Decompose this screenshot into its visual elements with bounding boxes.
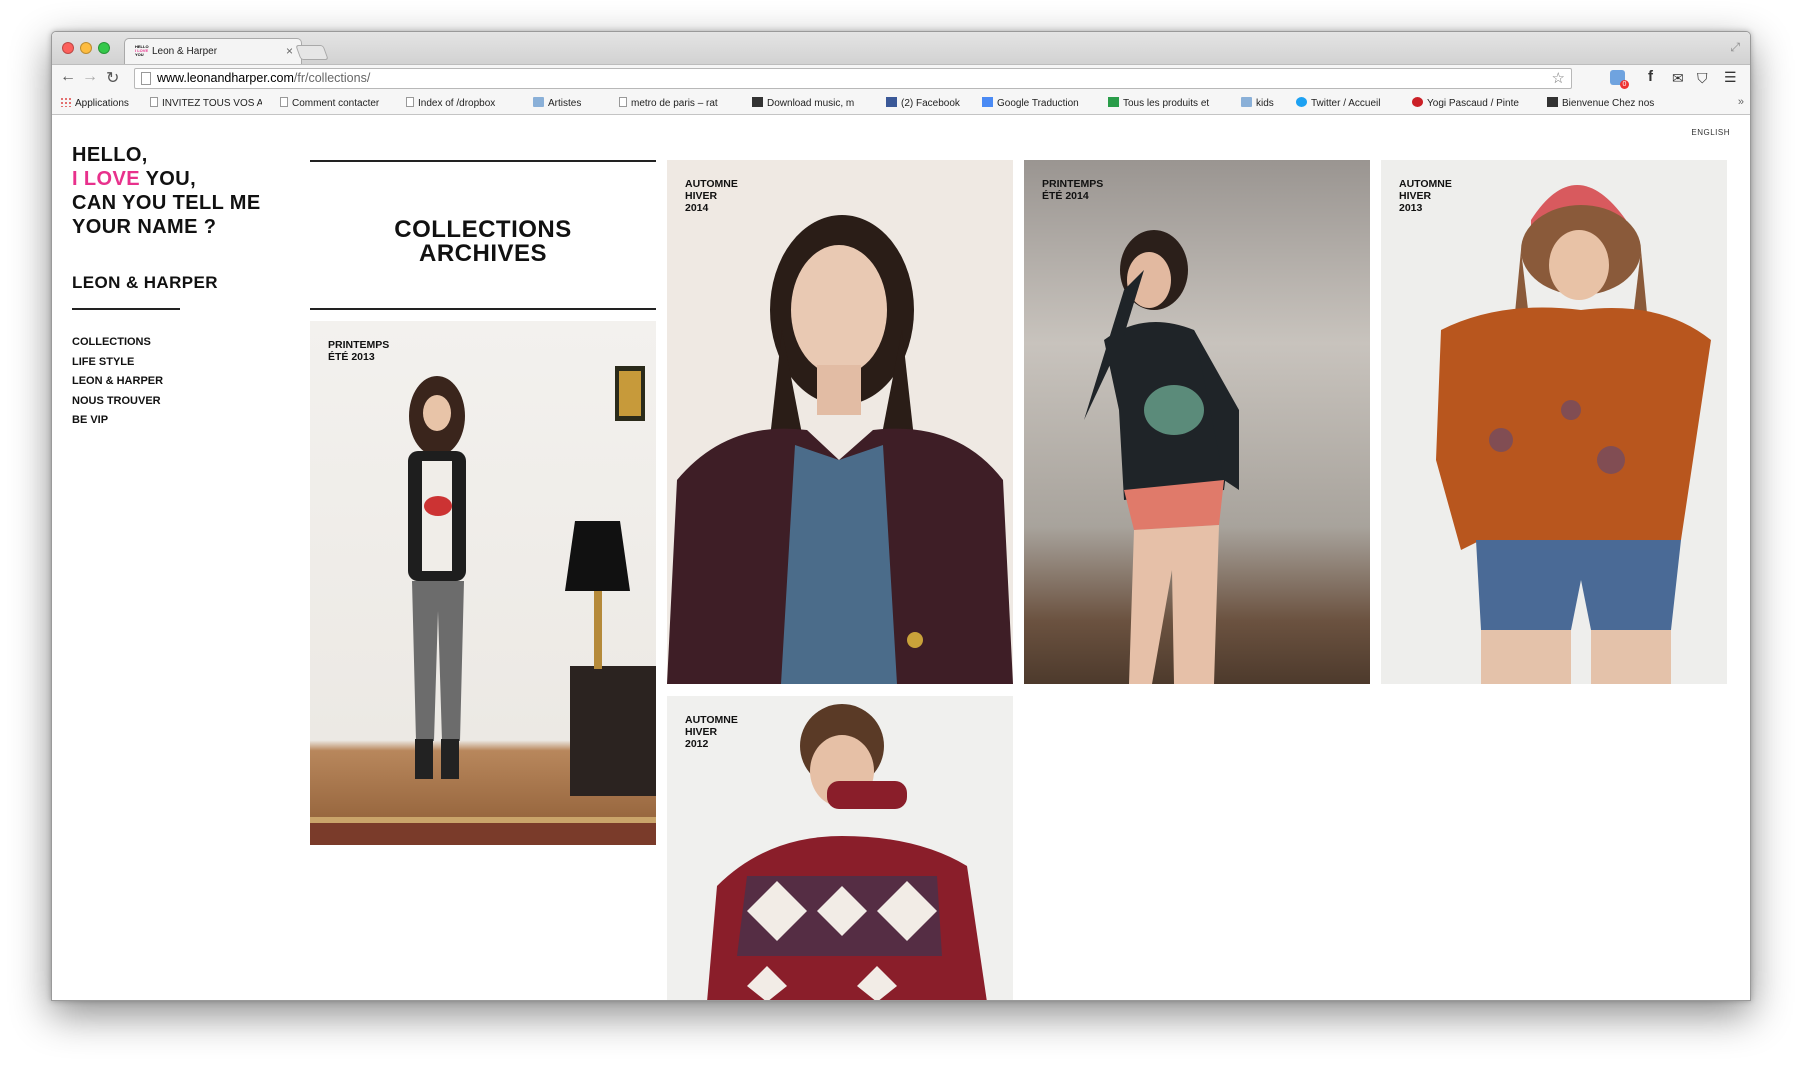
bookmark-item[interactable]: Yogi Pascaud / Pinte <box>1412 97 1532 109</box>
bookmark-item[interactable]: Comment contacter <box>280 97 390 109</box>
bookmark-folder[interactable]: kids <box>1241 97 1286 109</box>
twitter-icon <box>1296 97 1307 107</box>
language-switch-link[interactable]: ENGLISH <box>1691 128 1730 137</box>
collection-label: PRINTEMPS ÉTÉ 2014 <box>1042 178 1104 202</box>
nav-item-be-vip[interactable]: BE VIP <box>72 411 163 431</box>
fullscreen-icon[interactable]: ⤢ <box>1730 40 1740 55</box>
nav-item-leon-harper[interactable]: LEON & HARPER <box>72 372 163 392</box>
bookmarks-bar: Applications INVITEZ TOUS VOS A Comment … <box>52 92 1750 115</box>
nav-item-nous-trouver[interactable]: NOUS TROUVER <box>72 392 163 412</box>
page-icon <box>141 72 151 85</box>
bookmark-item[interactable]: Bienvenue Chez nos <box>1547 97 1667 109</box>
browser-window: HELLO I LOVE YOU Leon & Harper × ⤢ ← → ↻ w… <box>51 31 1751 1001</box>
url-text: www.leonandharper.com/fr/collections/ <box>157 71 371 85</box>
divider <box>72 308 180 310</box>
collection-label: AUTOMNE HIVER 2012 <box>685 714 738 750</box>
bookmark-item[interactable]: Index of /dropbox <box>406 97 516 109</box>
collection-label: AUTOMNE HIVER 2014 <box>685 178 738 214</box>
bookmarks-overflow-icon[interactable]: » <box>1738 96 1744 108</box>
pocket-extension-icon[interactable]: ⛉ <box>1697 70 1708 87</box>
page-icon <box>150 97 158 107</box>
collection-photo <box>310 366 656 845</box>
green-icon <box>1108 97 1119 107</box>
tab-strip: HELLO I LOVE YOU Leon & Harper × ⤢ <box>52 32 1750 64</box>
minimize-window-icon[interactable] <box>80 42 92 54</box>
page-title: COLLECTIONS ARCHIVES <box>394 216 572 267</box>
printer-icon <box>752 97 763 107</box>
collection-photo <box>1084 230 1239 684</box>
tab-close-icon[interactable]: × <box>286 44 293 58</box>
buffer-extension-icon[interactable]: 0 <box>1610 70 1629 89</box>
toolbar: ← → ↻ www.leonandharper.com/fr/collectio… <box>52 64 1750 92</box>
bookmark-item[interactable]: metro de paris – rat <box>619 97 733 109</box>
bookmark-item[interactable]: Download music, m <box>752 97 872 109</box>
collection-photo <box>667 215 1013 684</box>
bookmark-item[interactable]: (2) Facebook <box>886 97 971 109</box>
bookmark-star-icon[interactable]: ☆ <box>1552 69 1565 88</box>
collection-label: AUTOMNE HIVER 2013 <box>1399 178 1452 214</box>
page-icon <box>280 97 288 107</box>
bookmark-item[interactable]: Google Traduction <box>982 97 1097 109</box>
bookmark-item[interactable]: Twitter / Accueil <box>1296 97 1398 109</box>
facebook-extension-icon[interactable]: f <box>1648 68 1653 85</box>
apps-icon <box>60 97 71 107</box>
zoom-window-icon[interactable] <box>98 42 110 54</box>
collection-card-automne-hiver-2014[interactable]: AUTOMNE HIVER 2014 <box>667 160 1013 684</box>
page-icon <box>619 97 627 107</box>
bookmark-folder[interactable]: Artistes <box>533 97 593 109</box>
close-window-icon[interactable] <box>62 42 74 54</box>
favicon-icon: HELLO I LOVE YOU <box>135 44 149 57</box>
pinterest-icon <box>1412 97 1423 107</box>
bookmark-item[interactable]: Tous les produits et <box>1108 97 1226 109</box>
collection-photo <box>1436 185 1711 684</box>
collection-card-automne-hiver-2012[interactable]: AUTOMNE HIVER 2012 <box>667 696 1013 1000</box>
extension-badge: 0 <box>1620 80 1629 89</box>
greeting-highlight: I LOVE <box>72 168 140 190</box>
new-tab-button[interactable] <box>295 45 329 60</box>
page-icon <box>406 97 414 107</box>
bookmark-applications[interactable]: Applications <box>60 97 129 109</box>
brand-name[interactable]: LEON & HARPER <box>72 273 218 293</box>
bookmark-item[interactable]: INVITEZ TOUS VOS A <box>150 97 262 109</box>
greeting-headline: HELLO, I LOVE YOU, CAN YOU TELL ME YOUR … <box>72 144 261 238</box>
mail-extension-icon[interactable]: ✉ <box>1672 70 1684 87</box>
tab-title: Leon & Harper <box>152 46 218 57</box>
folder-icon <box>1241 97 1252 107</box>
tab-active[interactable]: HELLO I LOVE YOU Leon & Harper × <box>124 38 302 64</box>
address-bar[interactable]: www.leonandharper.com/fr/collections/ ☆ <box>134 68 1572 89</box>
menu-icon[interactable]: ☰ <box>1724 69 1737 86</box>
collection-card-printemps-ete-2013[interactable]: PRINTEMPS ÉTÉ 2013 <box>310 321 656 845</box>
nav-item-life-style[interactable]: LIFE STYLE <box>72 353 163 373</box>
collection-card-automne-hiver-2013[interactable]: AUTOMNE HIVER 2013 <box>1381 160 1727 684</box>
folder-icon <box>533 97 544 107</box>
translate-icon <box>982 97 993 107</box>
site-nav: COLLECTIONS LIFE STYLE LEON & HARPER NOU… <box>72 333 163 431</box>
nav-item-collections[interactable]: COLLECTIONS <box>72 333 163 353</box>
collection-card-printemps-ete-2014[interactable]: PRINTEMPS ÉTÉ 2014 <box>1024 160 1370 684</box>
forward-icon[interactable]: → <box>82 68 98 86</box>
reload-icon[interactable]: ↻ <box>106 68 119 88</box>
collections-archives-header: COLLECTIONS ARCHIVES <box>310 160 656 310</box>
collection-label: PRINTEMPS ÉTÉ 2013 <box>328 339 390 363</box>
web-page: ENGLISH HELLO, I LOVE YOU, CAN YOU TELL … <box>52 116 1750 1000</box>
sparkle-icon <box>1547 97 1558 107</box>
back-icon[interactable]: ← <box>60 68 76 86</box>
facebook-icon <box>886 97 897 107</box>
